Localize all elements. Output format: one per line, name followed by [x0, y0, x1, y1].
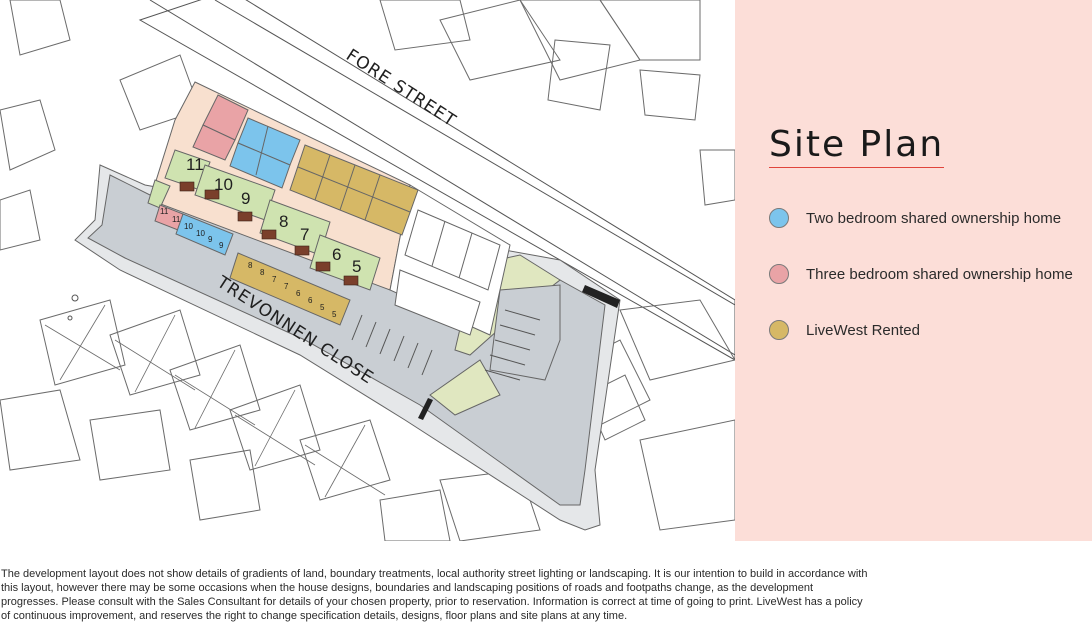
legend-item-rented: LiveWest Rented: [769, 317, 920, 343]
legend-label: LiveWest Rented: [806, 321, 920, 339]
legend-title: Site Plan: [769, 124, 945, 168]
disclaimer-text: The development layout does not show det…: [1, 568, 868, 622]
small-plot-number: 6: [296, 289, 301, 298]
small-plot-number: 8: [248, 261, 253, 270]
legend-panel: Site Plan Two bedroom shared ownership h…: [735, 0, 1092, 541]
legend-label: Three bedroom shared ownership home: [806, 265, 1073, 283]
legend-item-two-bedroom: Two bedroom shared ownership home: [769, 205, 1061, 231]
plot-number-6: 6: [332, 245, 341, 264]
plot-number-7: 7: [300, 225, 309, 244]
small-plot-number: 10: [196, 229, 205, 238]
gold-circle-icon: [769, 320, 789, 340]
legend-label: Two bedroom shared ownership home: [806, 209, 1062, 227]
plot-number-5: 5: [352, 257, 361, 276]
site-plan-map: FORE STREET TREVONNEN CLOSE 11 10 9 8 7 …: [0, 0, 735, 541]
trees: [67, 294, 79, 321]
plot-number-8: 8: [279, 212, 288, 231]
site-plan-drawing: FORE STREET TREVONNEN CLOSE 11 10 9 8 7 …: [0, 0, 735, 541]
plot-number-9: 9: [241, 189, 250, 208]
pink-circle-icon: [769, 264, 789, 284]
small-plot-number: 5: [332, 310, 337, 319]
small-plot-number: 10: [184, 222, 193, 231]
small-plot-number: 8: [260, 268, 265, 277]
small-plot-number: 11: [172, 215, 181, 224]
small-plot-number: 7: [284, 282, 289, 291]
small-plot-number: 5: [320, 303, 325, 312]
small-plot-number: 11: [160, 207, 169, 216]
small-plot-number: 9: [208, 235, 213, 244]
plot-number-10: 10: [214, 175, 233, 194]
small-plot-number: 9: [219, 241, 224, 250]
small-plot-number: 6: [308, 296, 313, 305]
legend-item-three-bedroom: Three bedroom shared ownership home: [769, 261, 1073, 287]
blue-circle-icon: [769, 208, 789, 228]
small-plot-number: 7: [272, 275, 277, 284]
plot-number-11: 11: [186, 155, 204, 174]
